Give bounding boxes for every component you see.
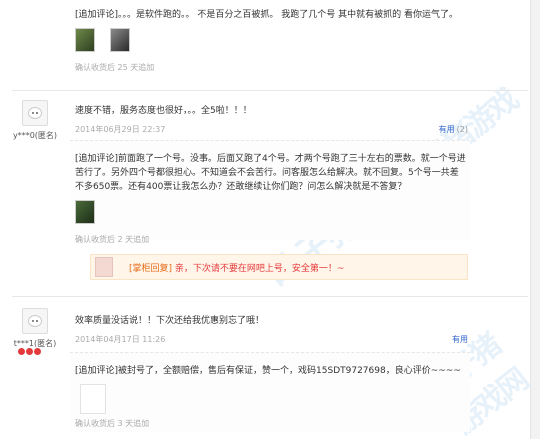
helpful-label: 有用 <box>452 335 468 344</box>
reply-body: 亲，下次请不要在网吧上号，安全第一！~ <box>172 264 345 274</box>
followup-text: [追加评论]被封号了，全额赔偿，售后有保证，赞一个，戏码15SDT9727698… <box>75 366 461 376</box>
followup-meta: 确认收货后 25 天追加 <box>75 63 155 72</box>
review-item: [追加评论]。。。是软件跑的。。 不是百分之百被抓。 我跑了几个号 其中就有被抓… <box>0 0 530 90</box>
review-photo[interactable] <box>75 28 95 52</box>
review-date: 2014年06月29日 22:37 <box>75 125 166 134</box>
followup-text: [追加评论]。。。是软件跑的。。 不是百分之百被抓。 我跑了几个号 其中就有被抓… <box>75 10 458 20</box>
avatar-face-icon <box>28 107 42 119</box>
review-content: 效率质量没话说！！下次还给我优惠别忘了哦！ <box>75 316 265 326</box>
reply-prefix: [掌柜回复] <box>129 264 173 274</box>
seller-reply-text: [掌柜回复] 亲，下次请不要在网吧上号，安全第一！~ <box>129 261 344 274</box>
review-content: 速度不错，服务态度也很好，。。全5啦！！！ <box>75 106 252 116</box>
review-date: 2014年04月17日 11:26 <box>75 335 166 344</box>
followup-text: [追加评论]前面跑了一个号。没事。后面又跑了4个号。才两个号跑了三十左右的票数。… <box>75 154 466 192</box>
review-item: t***1(匿名) 效率质量没话说！！下次还给我优惠别忘了哦！ 2014年04月… <box>0 296 530 439</box>
review-photo[interactable] <box>75 200 95 224</box>
helpful-label: 有用 <box>438 125 455 134</box>
avatar-face-icon <box>28 315 42 327</box>
avatar[interactable] <box>22 100 48 126</box>
followup-meta: 确认收货后 2 天追加 <box>75 235 150 244</box>
review-page: 叶子猪游戏网 叶子猪游戏网 叶子猪游戏网 [追加评论]。。。是软件跑的。。 不是… <box>0 0 540 439</box>
helpful-button[interactable]: 有用 (2) <box>439 124 468 135</box>
reviewer-nickname: y***0(匿名) <box>12 131 58 140</box>
review-photo[interactable] <box>110 28 130 52</box>
seller-avatar <box>95 257 113 277</box>
seller-reply: [掌柜回复] 亲，下次请不要在网吧上号，安全第一！~ <box>90 254 468 280</box>
review-item: y***0(匿名) 速度不错，服务态度也很好，。。全5啦！！！ 2014年06月… <box>0 90 530 290</box>
scrollbar[interactable] <box>530 0 540 439</box>
helpful-count: (2) <box>456 125 468 134</box>
helpful-button[interactable]: 有用 <box>452 334 468 345</box>
review-photo[interactable] <box>80 384 106 414</box>
followup-meta: 确认收货后 3 天追加 <box>75 419 150 428</box>
reviewer-badges <box>18 348 42 358</box>
avatar[interactable] <box>22 308 48 334</box>
